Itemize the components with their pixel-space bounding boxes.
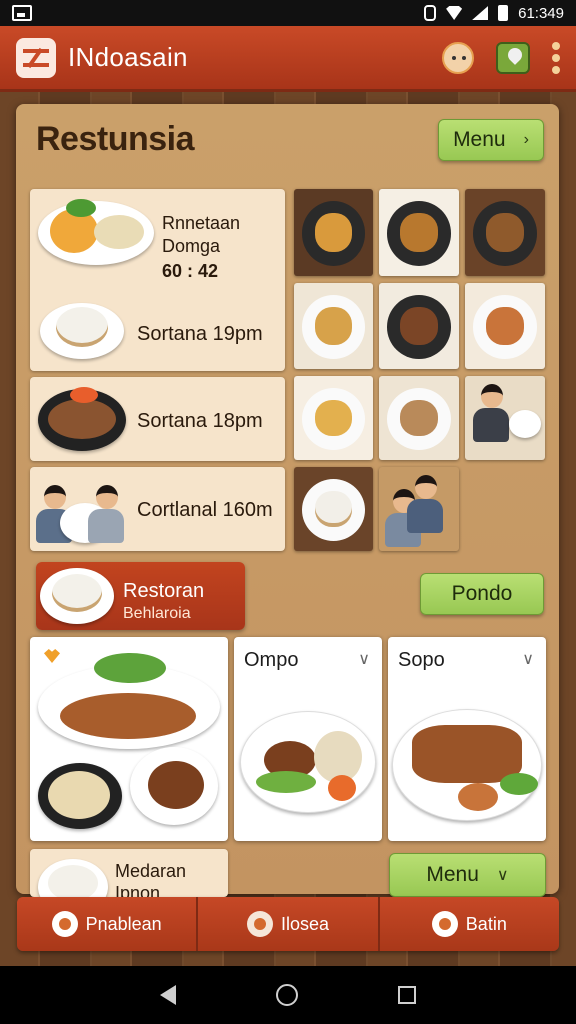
food-sprouts [94, 215, 144, 249]
app-logo-icon[interactable] [16, 37, 56, 78]
chevron-right-icon: › [523, 131, 529, 148]
home-nav-icon [51, 911, 78, 937]
food-tile[interactable] [379, 376, 459, 460]
cutlery-nav-icon [431, 911, 458, 937]
food-carrot [328, 775, 356, 801]
restaurant-card-2[interactable]: Sortana 18pm [30, 377, 285, 461]
food-satay [60, 693, 196, 739]
signal-icon [472, 6, 489, 20]
pondo-button-label: Pondo [451, 582, 513, 605]
wifi-icon [446, 6, 463, 20]
food-rice [56, 307, 108, 347]
system-navigation-bar [0, 966, 576, 1024]
nav-item-ilosea[interactable]: Ilosea [198, 897, 380, 951]
food-rice [48, 865, 98, 897]
home-icon[interactable] [276, 984, 298, 1006]
food-tile[interactable] [294, 189, 373, 276]
card-line-3: 60 : 42 [162, 261, 219, 281]
food-tile[interactable] [465, 189, 545, 276]
food-greens [66, 199, 96, 217]
chevron-down-icon[interactable]: ∨ [358, 649, 370, 669]
dish-nav-icon [246, 911, 273, 937]
chevron-down-icon[interactable]: ∨ [522, 649, 534, 669]
recent-apps-icon[interactable] [398, 986, 416, 1004]
card-3-label: Cortlanal 160m [137, 499, 273, 521]
menu-button-label: Menu [453, 128, 506, 151]
menu-button-bottom[interactable]: Menu ∨ [389, 853, 546, 897]
section-title: Restunsia [36, 120, 195, 158]
card-line-1: Rnnetaan [162, 213, 241, 233]
dish-card-2[interactable]: Ompo ∨ [234, 637, 382, 841]
dish-card-3[interactable]: Sopo ∨ [388, 637, 546, 841]
food-tile[interactable] [294, 376, 373, 460]
mute-icon [424, 5, 437, 21]
dish-card-1[interactable] [30, 637, 228, 841]
nav-item-pnablean[interactable]: Pnablean [17, 897, 199, 951]
favorite-icon[interactable] [44, 649, 60, 663]
restoran-subtitle: Behlaroia [123, 605, 191, 622]
card-line-2: Domga [162, 236, 221, 256]
medaran-card[interactable]: Medaran Ipnon [30, 849, 228, 897]
medaran-subtitle: Ipnon [115, 883, 161, 897]
status-time: 61:349 [518, 4, 564, 22]
food-tile[interactable] [294, 283, 373, 369]
food-tile[interactable] [379, 189, 459, 276]
gallery-icon [12, 5, 32, 21]
food-greens [94, 653, 166, 683]
food-meat [48, 399, 116, 439]
restaurant-card-1[interactable]: Rnnetaan Domga 60 : 42 Sortana 19pm [30, 189, 285, 371]
restaurant-card-3[interactable]: Cortlanal 160m [30, 467, 285, 551]
food-sauce [458, 783, 498, 811]
person-image [86, 485, 126, 545]
food-green-beans [256, 771, 316, 793]
food-meatball [148, 761, 204, 809]
battery-icon [498, 5, 509, 21]
nav-label: Batin [465, 913, 507, 934]
app-title: INdoasain [68, 42, 188, 72]
person-tile[interactable] [379, 467, 459, 551]
food-tomato [70, 387, 98, 403]
nav-item-batin[interactable]: Batin [380, 897, 559, 951]
food-tile[interactable] [465, 283, 545, 369]
food-grilled-meat [412, 725, 522, 783]
card-2-label: Sortana 18pm [137, 410, 263, 432]
more-menu-icon[interactable] [552, 41, 560, 74]
nav-label: Ilosea [280, 913, 330, 934]
card-time-label: Sortana 19pm [137, 323, 263, 345]
menu-button-bottom-label: Menu [426, 863, 479, 886]
restoran-banner[interactable]: Restoran Behlaroia [36, 562, 245, 630]
pondo-button[interactable]: Pondo [420, 573, 544, 615]
food-tile[interactable] [379, 283, 459, 369]
back-icon[interactable] [160, 985, 176, 1005]
chevron-down-icon: ∨ [496, 867, 509, 884]
status-icons: 61:349 [424, 5, 564, 22]
app-bar: INdoasain [0, 26, 576, 92]
food-dumplings [48, 771, 110, 819]
medaran-title: Medaran [115, 861, 187, 881]
person-tile[interactable] [465, 376, 545, 460]
nav-label: Pnablean [85, 913, 162, 934]
app-actions [442, 41, 560, 74]
dish-card-2-title: Ompo [244, 649, 299, 671]
profile-face-icon[interactable] [442, 41, 474, 74]
food-rice [52, 574, 102, 612]
bottom-navigation: Pnablean Ilosea Batin [17, 897, 559, 951]
dish-card-3-title: Sopo [398, 649, 445, 671]
food-vegetables [500, 773, 538, 795]
menu-button-top[interactable]: Menu › [438, 119, 544, 161]
map-icon[interactable] [496, 41, 530, 74]
status-bar: 61:349 [0, 0, 576, 26]
restoran-title: Restoran [123, 580, 205, 602]
food-tile[interactable] [294, 467, 373, 551]
